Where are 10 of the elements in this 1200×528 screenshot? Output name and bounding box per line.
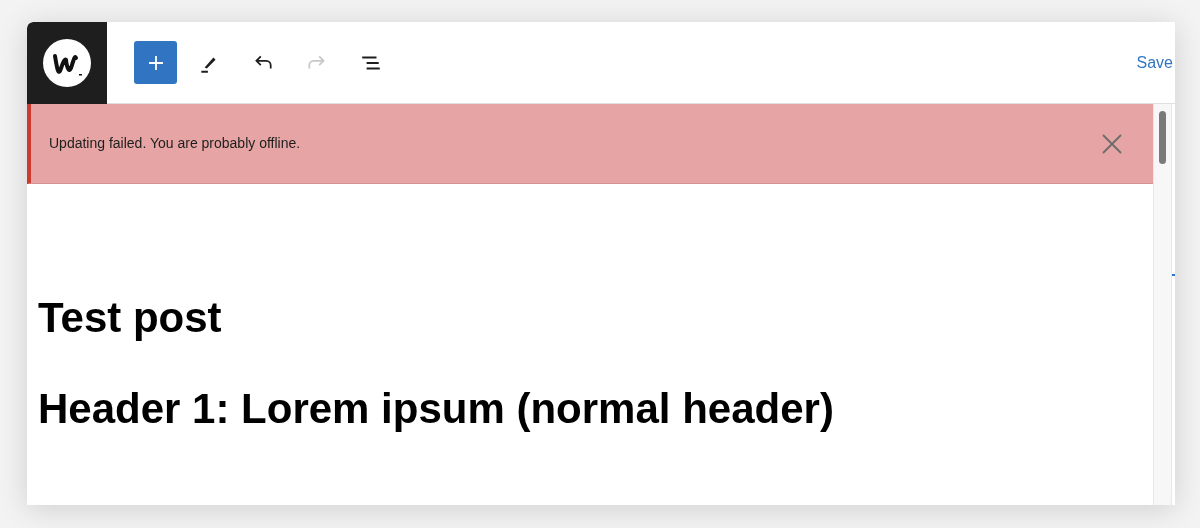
notice-message: Updating failed. You are probably offline. <box>49 134 301 153</box>
post-title[interactable]: Test post <box>38 292 1153 345</box>
logo-icon <box>42 37 92 88</box>
add-block-button[interactable] <box>134 41 177 84</box>
save-link[interactable]: Save <box>1136 50 1173 75</box>
scrollbar-thumb[interactable] <box>1159 111 1166 164</box>
heading-block[interactable]: Header 1: Lorem ipsum (normal header) <box>38 382 1153 435</box>
divider-tick <box>1172 274 1175 276</box>
close-icon[interactable] <box>1101 132 1123 155</box>
site-logo[interactable] <box>27 22 107 104</box>
